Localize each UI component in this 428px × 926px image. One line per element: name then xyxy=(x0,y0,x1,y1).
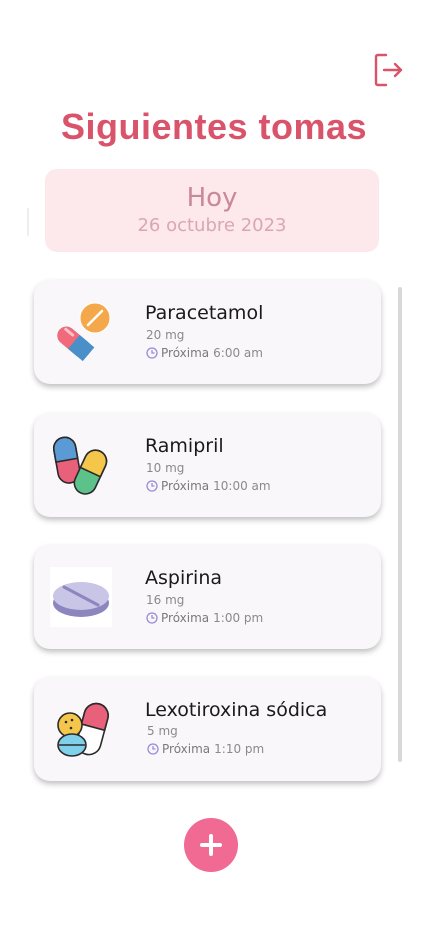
next-dose: Próxima 1:00 pm xyxy=(146,611,263,625)
divider xyxy=(27,208,29,236)
next-time: 1:10 pm xyxy=(214,742,265,756)
clock-icon xyxy=(146,347,158,359)
medication-name: Lexotiroxina sódica xyxy=(145,699,328,721)
next-label: Próxima xyxy=(162,742,211,756)
next-label: Próxima xyxy=(161,479,210,493)
logout-button[interactable] xyxy=(370,50,406,90)
two-capsules-icon xyxy=(52,436,108,495)
date-card: Hoy 26 octubre 2023 xyxy=(45,169,379,252)
next-label: Próxima xyxy=(161,611,210,625)
medication-dose: 10 mg xyxy=(146,461,185,475)
medication-card[interactable]: Aspirina 16 mg Próxima 1:00 pm xyxy=(34,545,381,649)
next-time: 6:00 am xyxy=(213,346,263,360)
next-dose: Próxima 6:00 am xyxy=(146,346,263,360)
next-dose: Próxima 10:00 am xyxy=(146,479,271,493)
logout-icon xyxy=(374,53,403,87)
page-title: Siguientes tomas xyxy=(60,106,368,147)
medication-dose: 5 mg xyxy=(147,724,178,738)
medication-card[interactable]: Ramipril 10 mg Próxima 10:00 am xyxy=(34,413,381,517)
medication-name: Aspirina xyxy=(145,567,223,589)
medication-card[interactable]: Paracetamol 20 mg Próxima 6:00 am xyxy=(34,280,381,384)
add-medication-button[interactable] xyxy=(184,818,238,872)
medication-dose: 20 mg xyxy=(146,328,185,342)
medication-dose: 16 mg xyxy=(146,593,185,607)
date-day-label: Hoy xyxy=(186,183,238,213)
clock-icon xyxy=(147,743,159,755)
clock-icon xyxy=(146,612,158,624)
plus-icon xyxy=(200,834,222,856)
medication-name: Paracetamol xyxy=(145,302,264,324)
date-full-label: 26 octubre 2023 xyxy=(137,215,287,236)
next-time: 10:00 am xyxy=(213,479,271,493)
next-label: Próxima xyxy=(161,346,210,360)
capsule-and-tablet-icon xyxy=(57,302,111,362)
medication-name: Ramipril xyxy=(145,435,224,457)
medication-card[interactable]: Lexotiroxina sódica 5 mg Próxima 1:10 pm xyxy=(34,677,381,781)
next-time: 1:00 pm xyxy=(213,611,264,625)
mixed-pills-icon xyxy=(57,702,109,757)
round-tablet-icon xyxy=(50,567,112,627)
next-dose: Próxima 1:10 pm xyxy=(147,742,264,756)
clock-icon xyxy=(146,480,158,492)
list-scrollbar[interactable] xyxy=(398,287,402,762)
